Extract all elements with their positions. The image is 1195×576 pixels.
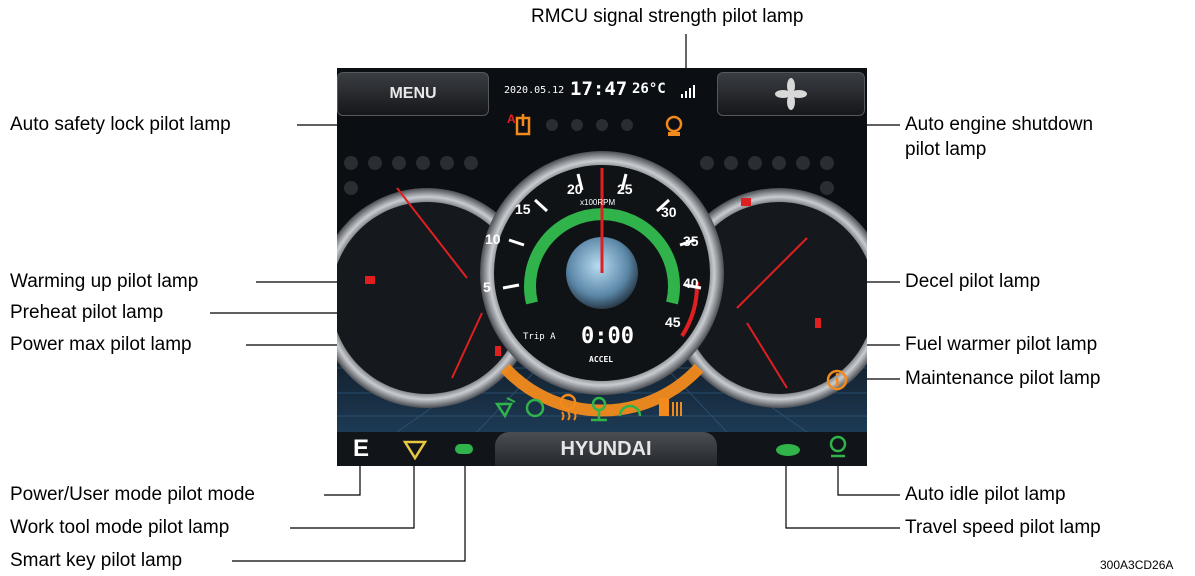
fuel-warmer-icon: [659, 398, 682, 416]
callout-auto-idle: Auto idle pilot lamp: [905, 484, 1066, 505]
callout-auto-engine-shutdown-1: Auto engine shutdown: [905, 114, 1094, 135]
rpm-tick-15: 15: [515, 201, 531, 217]
brand-label: HYUNDAI: [495, 432, 717, 466]
decel-icon: [591, 396, 607, 422]
callout-auto-safety-lock: Auto safety lock pilot lamp: [10, 114, 231, 135]
callout-rmcu-signal: RMCU signal strength pilot lamp: [531, 6, 804, 27]
callout-work-tool-mode: Work tool mode pilot lamp: [10, 517, 230, 538]
smart-key-icon: [455, 444, 473, 454]
accel-label: ACCEL: [589, 355, 614, 364]
rpm-tick-45: 45: [665, 314, 681, 330]
callout-power-max: Power max pilot lamp: [10, 334, 192, 355]
auto-idle-icon: [829, 435, 847, 458]
leader-travel-speed: [785, 460, 900, 529]
leader-smart-key: [232, 460, 466, 562]
maintenance-icon: [826, 369, 848, 391]
warming-up-icon: [559, 393, 577, 421]
pilot-lamp-row: [494, 393, 682, 422]
callout-fuel-warmer: Fuel warmer pilot lamp: [905, 334, 1098, 355]
rpm-tick-20: 20: [567, 181, 583, 197]
rpm-tick-25: 25: [617, 181, 633, 197]
figure-id: 300A3CD26A: [1100, 558, 1174, 572]
rpm-tick-35: 35: [683, 233, 699, 249]
rpm-tick-30: 30: [661, 204, 677, 220]
callout-power-user-mode: Power/User mode pilot mode: [10, 484, 255, 505]
speed-dial-icon: [618, 404, 642, 417]
preheat-icon: [525, 398, 545, 418]
callout-warming-up: Warming up pilot lamp: [10, 271, 199, 292]
rpm-unit-label: x100RPM: [580, 198, 616, 207]
cluster-screen: MENU 2020.05.12 17:47 26°C A 5 10 15 20 …: [337, 68, 867, 466]
callout-smart-key: Smart key pilot lamp: [10, 550, 183, 571]
callout-travel-speed: Travel speed pilot lamp: [905, 517, 1101, 538]
leader-work-tool-mode: [290, 460, 415, 529]
rpm-tick-5: 5: [483, 279, 491, 295]
travel-speed-icon: [776, 444, 800, 456]
trip-label: Trip A: [523, 332, 556, 342]
rpm-tick-40: 40: [683, 275, 699, 291]
power-mode-indicator: E: [352, 435, 369, 462]
callout-maintenance: Maintenance pilot lamp: [905, 368, 1101, 389]
trip-value: 0:00: [581, 324, 634, 349]
work-tool-mode-icon: [402, 440, 428, 461]
callout-preheat: Preheat pilot lamp: [10, 302, 164, 323]
rpm-tick-10: 10: [485, 231, 501, 247]
power-max-icon: [494, 397, 516, 419]
callout-auto-engine-shutdown-2: pilot lamp: [905, 139, 987, 160]
callout-decel: Decel pilot lamp: [905, 271, 1041, 292]
